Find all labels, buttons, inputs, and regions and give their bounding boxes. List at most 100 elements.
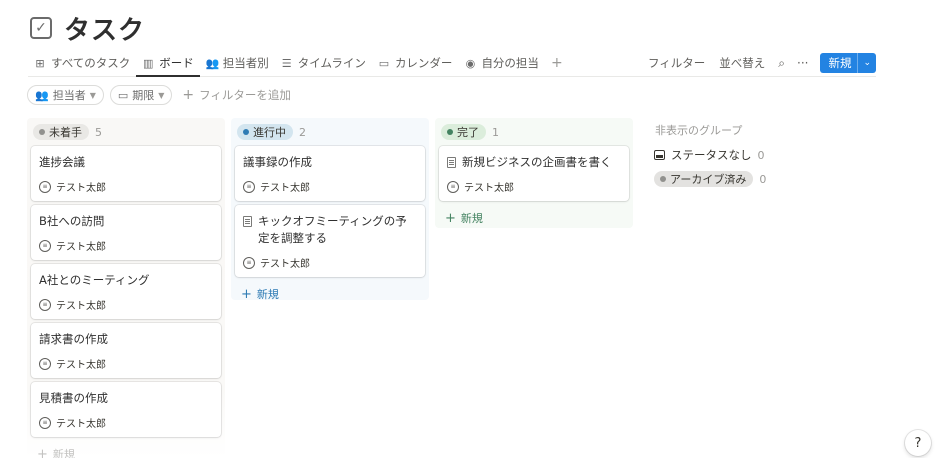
help-button[interactable]: ? bbox=[905, 430, 931, 456]
hidden-group-archived[interactable]: アーカイブ済み 0 bbox=[651, 167, 821, 191]
new-label: 新規 bbox=[52, 448, 75, 458]
status-dot-icon bbox=[660, 176, 666, 182]
column-new-button[interactable]: + 新規 bbox=[31, 441, 221, 458]
people-icon: 👥 bbox=[35, 88, 49, 102]
task-assignee: ≡ テスト太郎 bbox=[39, 297, 213, 312]
tab-label: カレンダー bbox=[394, 56, 453, 70]
task-card[interactable]: 新規ビジネスの企画書を書く ≡ テスト太郎 bbox=[439, 146, 629, 201]
column-new-button[interactable]: + 新規 bbox=[235, 281, 425, 307]
task-card[interactable]: 進捗会議 ≡ テスト太郎 bbox=[31, 146, 221, 201]
task-title-text: B社への訪問 bbox=[39, 214, 105, 228]
column-count: 5 bbox=[95, 125, 102, 139]
search-icon[interactable]: ⌕ bbox=[774, 56, 789, 71]
status-dot-icon bbox=[39, 129, 45, 135]
task-card[interactable]: 請求書の作成 ≡ テスト太郎 bbox=[31, 323, 221, 378]
add-view-button[interactable]: + bbox=[545, 50, 569, 76]
task-title-text: 請求書の作成 bbox=[39, 332, 108, 346]
plus-icon: + bbox=[37, 446, 48, 458]
task-title-text: 見積書の作成 bbox=[39, 391, 108, 405]
new-label: 新規 bbox=[460, 212, 483, 225]
board-icon: ▥ bbox=[143, 56, 154, 70]
task-assignee: ≡ テスト太郎 bbox=[39, 356, 213, 371]
task-card[interactable]: A社とのミーティング ≡ テスト太郎 bbox=[31, 264, 221, 319]
new-label: 新規 bbox=[256, 288, 279, 301]
tab-label: 自分の担当 bbox=[481, 56, 539, 70]
document-icon bbox=[447, 157, 456, 168]
person-icon: ◉ bbox=[465, 56, 476, 70]
view-tabs: ⊞ すべてのタスク ▥ ボード 👥 担当者別 ☰ タイムライン ▭ カレンダー ◉ 自分の担当 + bbox=[28, 50, 643, 77]
tab-table[interactable]: ⊞ すべてのタスク bbox=[28, 50, 136, 76]
task-card-title: 請求書の作成 bbox=[39, 331, 213, 348]
assignee-filter-chip[interactable]: 👥 担当者 ▼ bbox=[27, 85, 104, 105]
assignee-name: テスト太郎 bbox=[464, 183, 514, 194]
timeline-icon: ☰ bbox=[281, 56, 292, 70]
task-title-text: A社とのミーティング bbox=[39, 273, 150, 287]
chevron-down-icon[interactable]: ⌄ bbox=[857, 53, 876, 73]
page-header: ✓ タスク bbox=[30, 8, 145, 48]
column-header[interactable]: 進行中 2 bbox=[235, 122, 425, 142]
hidden-groups: 非表示のグループ ステータスなし 0 アーカイブ済み 0 bbox=[651, 120, 821, 191]
avatar-icon: ≡ bbox=[39, 180, 51, 193]
status-pill-archived: アーカイブ済み bbox=[654, 171, 754, 187]
calendar-icon: ▭ bbox=[378, 56, 390, 70]
plus-icon: + bbox=[445, 210, 456, 226]
tab-label: ボード bbox=[159, 56, 194, 70]
add-filter-button[interactable]: + フィルターを追加 bbox=[178, 87, 291, 103]
task-card[interactable]: B社への訪問 ≡ テスト太郎 bbox=[31, 205, 221, 260]
new-button-label[interactable]: 新規 bbox=[820, 55, 857, 71]
task-assignee: ≡ テスト太郎 bbox=[39, 415, 213, 430]
task-title-text: キックオフミーティングの予定を調整する bbox=[258, 214, 407, 245]
task-title-text: 議事録の作成 bbox=[243, 155, 312, 169]
assignee-name: テスト太郎 bbox=[260, 183, 310, 194]
task-card[interactable]: 見積書の作成 ≡ テスト太郎 bbox=[31, 382, 221, 437]
due-filter-chip[interactable]: ▭ 期限 ▼ bbox=[109, 85, 173, 105]
calendar-icon: ▭ bbox=[117, 88, 129, 102]
task-card-title: B社への訪問 bbox=[39, 213, 213, 230]
board-column-done: 完了 1 新規ビジネスの企画書を書く ≡ テスト太郎 + 新規 bbox=[435, 118, 633, 228]
column-header[interactable]: 未着手 5 bbox=[31, 122, 221, 142]
tab-person[interactable]: ◉ 自分の担当 bbox=[458, 50, 545, 76]
inbox-icon bbox=[654, 150, 665, 160]
checkbox-icon[interactable]: ✓ bbox=[30, 17, 52, 39]
tab-label: 担当者別 bbox=[222, 56, 269, 70]
table-icon: ⊞ bbox=[35, 56, 45, 70]
tab-board[interactable]: ▥ ボード bbox=[136, 50, 200, 77]
people-icon: 👥 bbox=[205, 56, 220, 70]
task-card-title: 新規ビジネスの企画書を書く bbox=[447, 154, 621, 171]
column-header[interactable]: 完了 1 bbox=[439, 122, 629, 142]
board-column-not-started: 未着手 5 進捗会議 ≡ テスト太郎 B社への訪問 ≡ テスト太郎 A社とのミーティング ≡ テスト… bbox=[27, 118, 225, 458]
status-label: 未着手 bbox=[49, 126, 82, 139]
task-assignee: ≡ テスト太郎 bbox=[39, 179, 213, 194]
task-card-title: キックオフミーティングの予定を調整する bbox=[243, 213, 417, 247]
tab-label: すべてのタスク bbox=[51, 56, 131, 70]
avatar-icon: ≡ bbox=[243, 256, 255, 269]
filter-bar: 👥 担当者 ▼ ▭ 期限 ▼ + フィルターを追加 bbox=[27, 85, 291, 105]
task-card[interactable]: キックオフミーティングの予定を調整する ≡ テスト太郎 bbox=[235, 205, 425, 277]
assignee-name: テスト太郎 bbox=[56, 242, 106, 253]
page-title[interactable]: タスク bbox=[64, 10, 145, 47]
assignee-name: テスト太郎 bbox=[56, 301, 106, 312]
avatar-icon: ≡ bbox=[39, 357, 51, 370]
new-button[interactable]: 新規 ⌄ bbox=[820, 53, 876, 73]
task-title-text: 新規ビジネスの企画書を書く bbox=[462, 155, 612, 169]
tab-people[interactable]: 👥 担当者別 bbox=[200, 50, 275, 76]
column-count: 2 bbox=[299, 125, 306, 139]
avatar-icon: ≡ bbox=[39, 239, 51, 252]
plus-icon: + bbox=[182, 87, 195, 103]
task-card[interactable]: 議事録の作成 ≡ テスト太郎 bbox=[235, 146, 425, 201]
sort-button[interactable]: 並べ替え bbox=[714, 55, 770, 71]
plus-icon: + bbox=[241, 286, 252, 302]
view-toolbar: フィルター 並べ替え ⌕ ··· 新規 ⌄ bbox=[643, 50, 876, 76]
filter-button[interactable]: フィルター bbox=[643, 55, 710, 71]
tab-timeline[interactable]: ☰ タイムライン bbox=[275, 50, 372, 76]
more-options-icon[interactable]: ··· bbox=[793, 56, 812, 70]
chevron-down-icon: ▼ bbox=[89, 90, 96, 100]
tab-calendar[interactable]: ▭ カレンダー bbox=[372, 50, 459, 76]
status-pill: 進行中 bbox=[237, 124, 293, 140]
task-assignee: ≡ テスト太郎 bbox=[39, 238, 213, 253]
hidden-group-no-status[interactable]: ステータスなし 0 bbox=[651, 143, 821, 167]
hidden-groups-title: 非表示のグループ bbox=[655, 124, 743, 137]
chevron-down-icon: ▼ bbox=[158, 90, 165, 100]
column-new-button[interactable]: + 新規 bbox=[439, 205, 629, 231]
avatar-icon: ≡ bbox=[39, 416, 51, 429]
